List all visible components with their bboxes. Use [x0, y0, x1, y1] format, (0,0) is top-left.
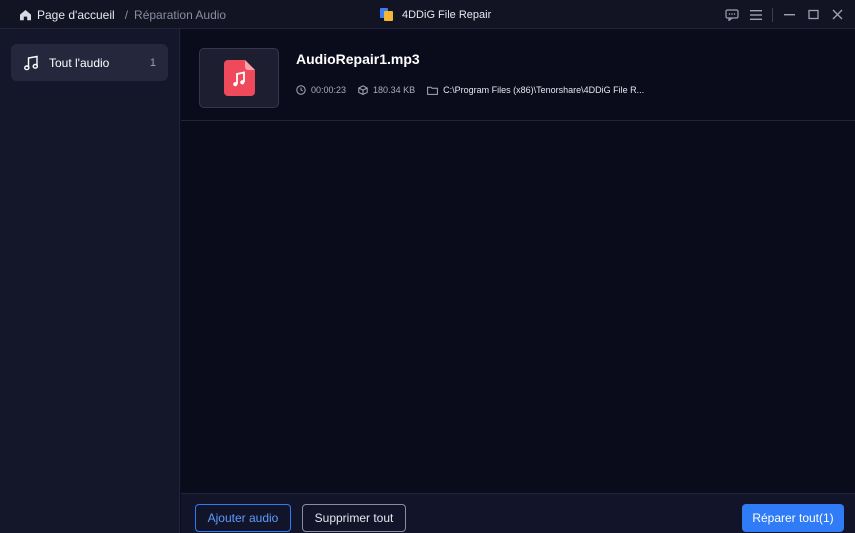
list-item[interactable]: AudioRepair1.mp3 00:00:23 180.34 KB C:\P… — [181, 29, 855, 121]
file-path-value: C:\Program Files (x86)\Tenorshare\4DDiG … — [443, 85, 645, 95]
repair-all-button[interactable]: Réparer tout(1) — [742, 504, 844, 532]
file-thumbnail — [199, 48, 279, 108]
clock-icon — [296, 85, 306, 95]
feedback-icon[interactable] — [720, 3, 744, 27]
sidebar: Tout l'audio 1 — [0, 29, 180, 533]
cube-icon — [358, 85, 368, 95]
file-duration: 00:00:23 — [296, 85, 346, 95]
control-divider — [772, 7, 773, 22]
file-duration-value: 00:00:23 — [311, 85, 347, 95]
audio-file-icon — [223, 60, 255, 96]
close-icon[interactable] — [825, 3, 849, 27]
action-bar: Ajouter audio Supprimer tout Réparer tou… — [181, 493, 855, 533]
app-title: 4DDiG File Repair — [380, 0, 491, 29]
title-bar: Page d'accueil / Réparation Audio 4DDiG … — [0, 0, 855, 29]
folder-icon — [427, 86, 438, 95]
file-list: AudioRepair1.mp3 00:00:23 180.34 KB C:\P… — [181, 29, 855, 493]
sidebar-item-all-audio[interactable]: Tout l'audio 1 — [11, 44, 168, 81]
sidebar-item-label: Tout l'audio — [49, 55, 110, 70]
menu-icon[interactable] — [744, 3, 768, 27]
file-path: C:\Program Files (x86)\Tenorshare\4DDiG … — [427, 85, 644, 95]
file-size: 180.34 KB — [358, 85, 415, 95]
file-meta: 00:00:23 180.34 KB C:\Program Files (x86… — [296, 85, 656, 95]
app-logo-icon — [380, 8, 393, 21]
breadcrumb-separator: / — [124, 7, 129, 22]
add-audio-button[interactable]: Ajouter audio — [195, 504, 291, 532]
delete-all-button[interactable]: Supprimer tout — [302, 504, 406, 532]
breadcrumb-current: Réparation Audio — [134, 7, 227, 22]
breadcrumb-home-label: Page d'accueil — [37, 7, 115, 22]
music-note-icon — [24, 55, 39, 70]
window-controls — [720, 0, 849, 29]
home-icon — [20, 9, 31, 20]
breadcrumb-home[interactable]: Page d'accueil — [19, 8, 115, 22]
sidebar-item-count: 1 — [149, 56, 156, 69]
app-title-label: 4DDiG File Repair — [402, 8, 492, 21]
file-size-value: 180.34 KB — [373, 85, 416, 95]
breadcrumb: Page d'accueil / Réparation Audio — [19, 0, 226, 29]
maximize-icon[interactable] — [801, 3, 825, 27]
file-name: AudioRepair1.mp3 — [296, 51, 420, 67]
minimize-icon[interactable] — [777, 3, 801, 27]
